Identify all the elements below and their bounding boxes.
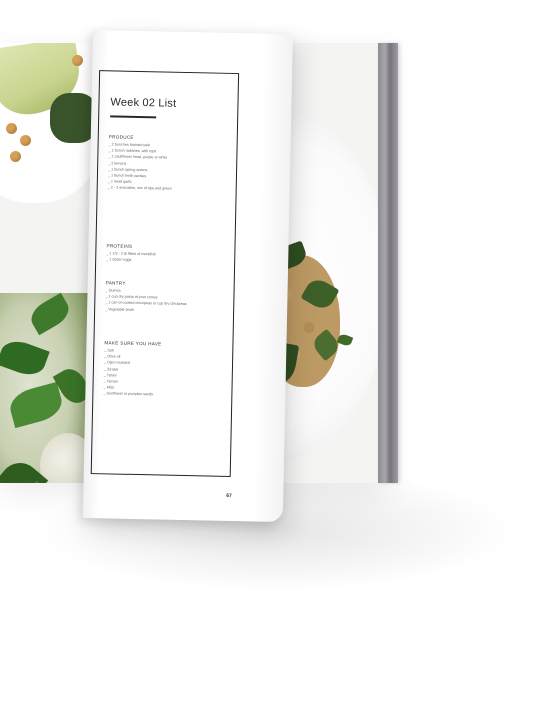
page-edges bbox=[378, 43, 398, 483]
page-number: 67 bbox=[226, 492, 232, 500]
section-heading: MAKE SURE YOU HAVE bbox=[104, 340, 162, 347]
chickpea bbox=[72, 55, 83, 66]
list-frame bbox=[90, 70, 240, 477]
section-produce: PRODUCE _ 2 bunches lacinato kale _ 1 bu… bbox=[108, 134, 227, 193]
shopping-list-page: Week 02 List PRODUCE _ 2 bunches lacinat… bbox=[82, 30, 293, 523]
chickpea bbox=[10, 151, 21, 162]
page-title: Week 02 List bbox=[110, 96, 177, 110]
chickpea bbox=[20, 135, 31, 146]
section-heading: PRODUCE bbox=[108, 134, 134, 140]
section-heading: PANTRY bbox=[105, 280, 126, 286]
section-heading: PROTEINS bbox=[106, 243, 133, 249]
section-make-sure-you-have: MAKE SURE YOU HAVE _ Salt _ Olive oil _ … bbox=[103, 340, 222, 399]
section-pantry: PANTRY _ Quinoa _ 1 cup dry pasta of you… bbox=[105, 280, 224, 314]
book-mockup-scene: Week 02 List PRODUCE _ 2 bunches lacinat… bbox=[0, 0, 547, 725]
chickpea bbox=[6, 123, 17, 134]
section-proteins: PROTEINS _ 1 1/2 - 2 lb fillets of monkf… bbox=[106, 243, 224, 265]
